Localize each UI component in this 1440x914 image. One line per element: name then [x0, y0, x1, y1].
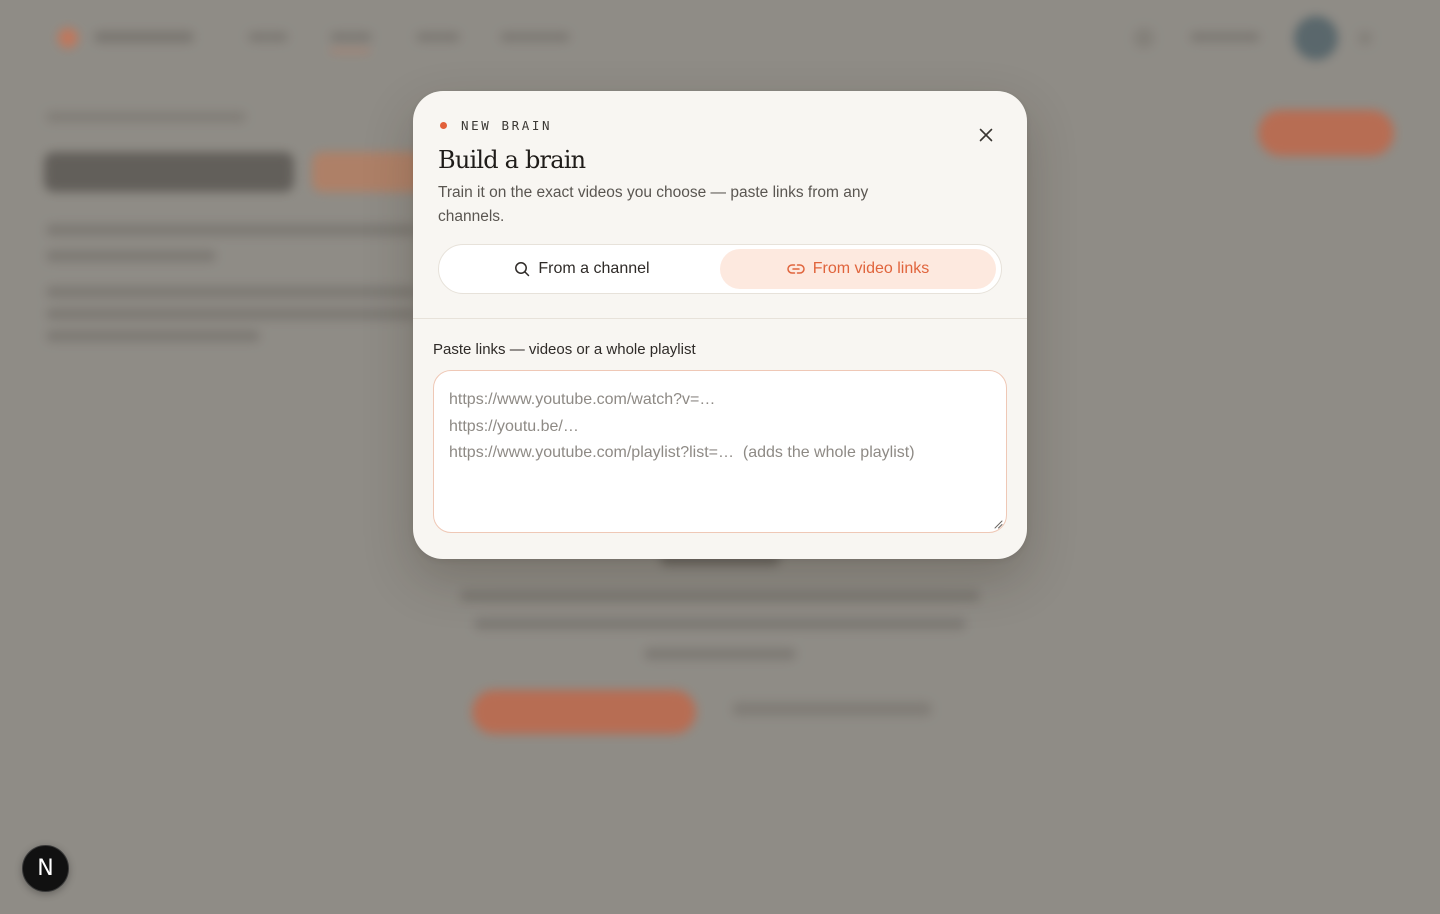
background-text-line: [474, 618, 966, 630]
background-logo-icon: [58, 28, 78, 48]
background-text-line: [46, 224, 416, 236]
tab-label: From video links: [812, 260, 930, 277]
background-nav-link: [248, 32, 288, 42]
background-hero-title: [44, 152, 294, 192]
background-primary-button: [472, 690, 696, 734]
modal-description: Train it on the exact videos you choose …: [438, 184, 869, 225]
tab-from-video-links[interactable]: From video links: [720, 249, 996, 289]
background-secondary-link: [732, 702, 932, 716]
background-avatar: [1294, 16, 1338, 60]
background-nav: [48, 16, 1392, 60]
background-text-line: [46, 308, 416, 320]
background-cta-button: [1258, 110, 1394, 156]
modal-eyebrow: NEW BRAIN: [438, 117, 1002, 133]
nextjs-dev-badge[interactable]: N: [22, 845, 69, 892]
links-textarea-wrapper: [433, 370, 1007, 533]
background-logo-text: [94, 31, 194, 43]
links-textarea[interactable]: [434, 371, 1006, 532]
background-search-icon: [1134, 28, 1154, 48]
nextjs-logo-icon: N: [37, 856, 54, 881]
eyebrow-label: NEW BRAIN: [461, 117, 553, 133]
close-button[interactable]: [975, 124, 997, 146]
modal-title: Build a brain: [438, 146, 586, 174]
source-tabs: From a channel From video links: [438, 244, 1002, 294]
background-text-line: [46, 330, 260, 342]
resize-handle-icon[interactable]: [993, 519, 1003, 529]
search-icon: [515, 262, 530, 277]
background-text-line: [460, 590, 980, 602]
background-text-line: [644, 648, 796, 660]
link-icon: [787, 264, 805, 274]
close-icon: [979, 128, 993, 142]
build-brain-modal: NEW BRAIN Build a brain Train it on the …: [413, 91, 1027, 559]
links-field-label: Paste links — videos or a whole playlist: [433, 341, 696, 358]
modal-header: NEW BRAIN Build a brain Train it on the …: [413, 91, 1027, 318]
background-chevron-icon: [1358, 31, 1372, 45]
background-nav-link: [500, 32, 570, 42]
tab-label: From a channel: [538, 260, 650, 277]
background-hero-title-accent: [312, 152, 422, 192]
background-text-line: [46, 286, 416, 298]
background-nav-link: [330, 32, 372, 42]
background-nav-link: [416, 32, 460, 42]
background-nav-link: [1190, 32, 1260, 42]
background-text-line: [46, 250, 216, 262]
background-breadcrumb: [46, 112, 246, 122]
modal-body: Paste links — videos or a whole playlist: [413, 319, 1027, 533]
status-dot-icon: [440, 121, 447, 129]
tab-from-channel[interactable]: From a channel: [444, 249, 720, 289]
background-nav-underline: [330, 50, 370, 52]
